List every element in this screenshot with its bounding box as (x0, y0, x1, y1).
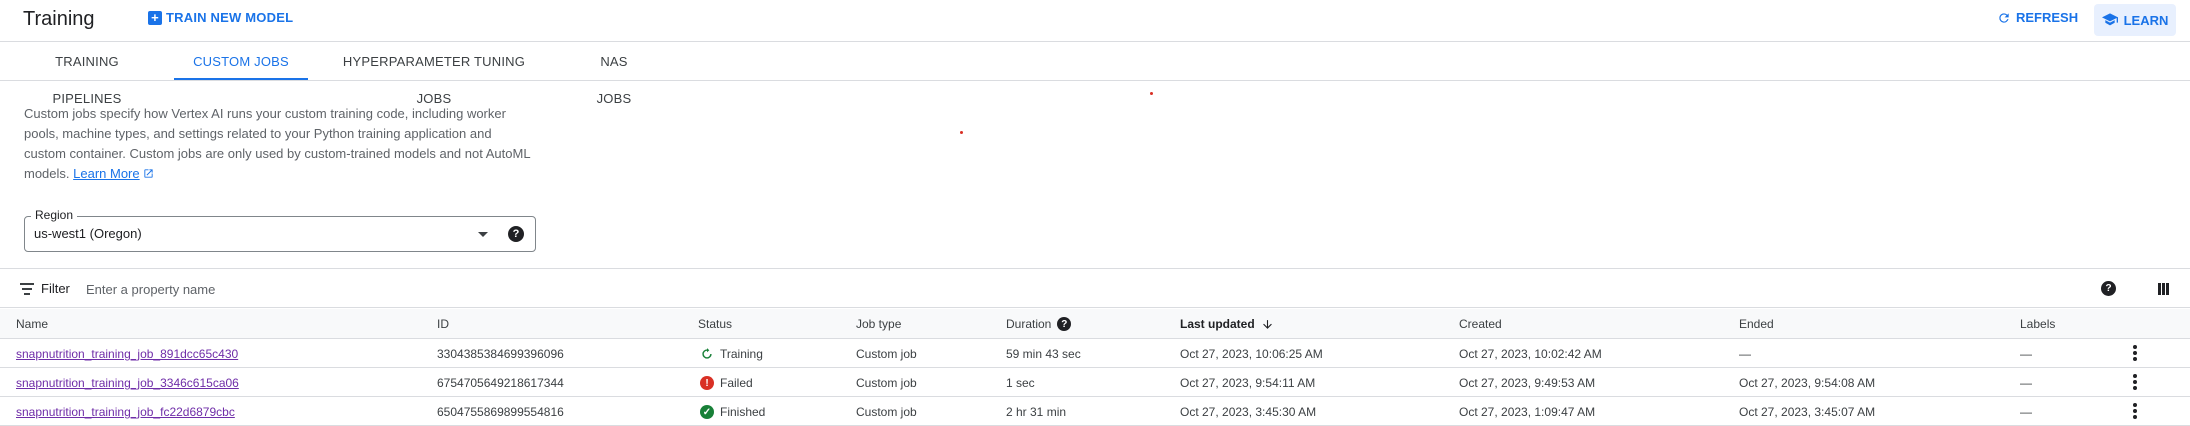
filter-input[interactable] (84, 278, 484, 300)
filter-label: Filter (41, 281, 70, 296)
column-header-last-updated[interactable]: Last updated (1180, 317, 1274, 331)
train-new-model-button[interactable]: + TRAIN NEW MODEL (148, 10, 293, 25)
job-created: Oct 27, 2023, 9:49:53 AM (1459, 376, 1596, 390)
train-new-model-label: TRAIN NEW MODEL (166, 10, 294, 25)
dropdown-caret-icon (478, 232, 488, 237)
job-type: Custom job (856, 405, 917, 419)
job-duration: 59 min 43 sec (1006, 347, 1081, 361)
open-in-new-icon (144, 169, 153, 178)
job-name-link[interactable]: snapnutrition_training_job_fc22d6879cbc (16, 405, 235, 419)
job-created: Oct 27, 2023, 1:09:47 AM (1459, 405, 1596, 419)
table-help-icon[interactable]: ? (2101, 281, 2116, 296)
job-ended: Oct 27, 2023, 9:54:08 AM (1739, 376, 1876, 390)
job-status: Training (700, 347, 763, 361)
more-vert-icon[interactable] (2132, 374, 2138, 390)
job-status-label: Finished (720, 405, 766, 419)
job-type: Custom job (856, 347, 917, 361)
column-display-icon[interactable] (2158, 283, 2169, 295)
job-status-label: Failed (720, 376, 753, 390)
job-id: 6504755869899554816 (437, 405, 564, 419)
tab-nas-jobs[interactable]: NAS JOBS (583, 43, 645, 106)
red-dot-marker (960, 131, 963, 134)
job-labels: — (2020, 405, 2032, 419)
add-box-icon: + (148, 10, 162, 25)
job-last-updated: Oct 27, 2023, 3:45:30 AM (1180, 405, 1317, 419)
refresh-button[interactable]: REFRESH (1997, 10, 2078, 25)
duration-help-icon[interactable]: ? (1057, 317, 1072, 331)
job-labels: — (2020, 376, 2032, 390)
page-title: Training (23, 8, 95, 30)
description-line: custom container. Custom jobs are only u… (24, 146, 531, 161)
filter-list-icon[interactable] (20, 283, 34, 298)
page-header: Training + TRAIN NEW MODEL REFRESH LEARN (0, 0, 2190, 42)
job-id: 6754705649218617344 (437, 376, 564, 390)
column-header-duration-label: Duration (1006, 317, 1052, 331)
school-icon (2101, 13, 2118, 26)
job-name-link[interactable]: snapnutrition_training_job_891dcc65c430 (16, 347, 238, 361)
red-dot-marker (1150, 92, 1153, 95)
job-created: Oct 27, 2023, 10:02:42 AM (1459, 347, 1602, 361)
check-circle-icon: ✓ (700, 405, 714, 419)
column-header-job-type[interactable]: Job type (856, 317, 901, 331)
job-ended: Oct 27, 2023, 3:45:07 AM (1739, 405, 1876, 419)
refresh-icon (1999, 12, 2009, 23)
spinner-icon (702, 348, 712, 359)
description-line: pools, machine types, and settings relat… (24, 126, 492, 141)
tab-custom-jobs[interactable]: CUSTOM JOBS (174, 43, 308, 80)
job-last-updated: Oct 27, 2023, 9:54:11 AM (1180, 376, 1316, 390)
column-header-name[interactable]: Name (16, 317, 48, 331)
job-type: Custom job (856, 376, 917, 390)
learn-label: LEARN (2123, 12, 2169, 28)
job-last-updated: Oct 27, 2023, 10:06:25 AM (1180, 347, 1323, 361)
region-value: us-west1 (Oregon) (34, 226, 142, 241)
region-select[interactable]: Region us-west1 (Oregon) (24, 208, 536, 252)
description-line-prefix: models. (24, 166, 74, 181)
error-icon: ! (700, 376, 714, 390)
more-vert-icon[interactable] (2132, 403, 2138, 419)
job-id: 3304385384699396096 (437, 347, 564, 361)
job-status: ! Failed (700, 376, 753, 390)
job-status: ✓ Finished (700, 405, 765, 419)
more-vert-icon[interactable] (2132, 345, 2138, 361)
page-description: Custom jobs specify how Vertex AI runs y… (24, 104, 544, 184)
region-label: Region (31, 208, 78, 222)
column-header-status[interactable]: Status (698, 317, 732, 331)
tab-hyperparameter-tuning-jobs[interactable]: HYPERPARAMETER TUNING JOBS (333, 43, 535, 106)
column-header-labels[interactable]: Labels (2020, 317, 2055, 331)
description-line: models. Learn More (24, 164, 544, 184)
refresh-label: REFRESH (2016, 10, 2079, 25)
filter-bar: Filter ? (0, 268, 2190, 308)
job-duration: 1 sec (1006, 376, 1035, 390)
description-line: Custom jobs specify how Vertex AI runs y… (24, 106, 506, 121)
job-ended: — (1739, 347, 1751, 361)
tab-bar: TRAINING PIPELINES CUSTOM JOBS HYPERPARA… (0, 43, 2190, 106)
job-duration: 2 hr 31 min (1006, 405, 1067, 419)
job-name-link[interactable]: snapnutrition_training_job_3346c615ca06 (16, 376, 239, 390)
table-row: snapnutrition_training_job_3346c615ca06 … (0, 368, 2190, 397)
tab-training-pipelines[interactable]: TRAINING PIPELINES (24, 43, 150, 106)
table-header: Name ID Status Job type Duration ? Last … (0, 309, 2190, 339)
learn-more-link[interactable]: Learn More (73, 166, 139, 181)
job-status-label: Training (720, 347, 763, 361)
job-labels: — (2020, 347, 2032, 361)
region-help-icon[interactable]: ? (508, 226, 524, 242)
arrow-downward-icon (1262, 319, 1272, 329)
column-header-ended[interactable]: Ended (1739, 317, 1774, 331)
learn-button[interactable]: LEARN (2094, 4, 2176, 36)
column-header-last-updated-label: Last updated (1180, 317, 1255, 331)
column-header-duration[interactable]: Duration ? (1006, 317, 1072, 331)
column-header-created[interactable]: Created (1459, 317, 1502, 331)
column-header-id[interactable]: ID (437, 317, 449, 331)
table-row: snapnutrition_training_job_891dcc65c430 … (0, 339, 2190, 368)
